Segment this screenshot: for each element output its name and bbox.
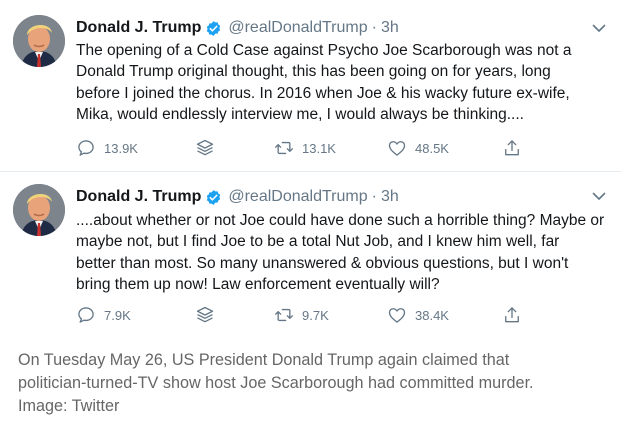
- verified-badge-icon: [207, 20, 221, 36]
- reply-button[interactable]: 13.9K: [76, 138, 138, 158]
- chevron-down-icon[interactable]: [591, 188, 607, 204]
- retweet-icon: [275, 308, 293, 322]
- layers-icon: [196, 306, 214, 323]
- share-button[interactable]: [502, 305, 530, 325]
- like-count: 38.4K: [415, 307, 449, 323]
- display-name[interactable]: Donald J. Trump: [76, 19, 201, 37]
- timestamp[interactable]: 3h: [381, 188, 399, 206]
- share-icon: [505, 307, 519, 323]
- like-button[interactable]: 38.4K: [387, 305, 449, 325]
- layers-icon: [196, 139, 214, 156]
- display-name[interactable]: Donald J. Trump: [76, 188, 201, 206]
- tweet-text-line: maybe not, but I find Joe to be a total …: [76, 233, 560, 251]
- retweet-count: 13.1K: [302, 140, 336, 156]
- tweet-actions: 7.9K 9.7K 38.4K: [76, 305, 536, 325]
- like-icon: [388, 308, 406, 323]
- tweet-1[interactable]: Donald J. Trump @realDonaldTrump · 3h Th…: [0, 0, 621, 172]
- tweet-header: Donald J. Trump @realDonaldTrump · 3h: [76, 17, 399, 39]
- share-button[interactable]: [502, 138, 530, 158]
- reply-icon: [78, 307, 94, 323]
- tweet-text-line: The opening of a Cold Case against Psych…: [76, 42, 572, 59]
- chevron-down-icon[interactable]: [591, 20, 607, 36]
- tweet-text-line: Donald Trump original thought, this has …: [76, 63, 551, 81]
- tweet-text-line: better than most. So many unanswered & o…: [76, 254, 569, 272]
- retweet-button[interactable]: 9.7K: [274, 305, 329, 325]
- separator-dot: ·: [371, 188, 377, 205]
- retweet-count: 9.7K: [302, 307, 329, 323]
- tweet-text: ....about whether or not Joe could have …: [76, 210, 616, 295]
- thread-button[interactable]: [195, 138, 223, 158]
- reply-icon: [78, 140, 94, 156]
- like-button[interactable]: 48.5K: [387, 138, 449, 158]
- tweet-text-line: bring them up now! Law enforcement event…: [76, 275, 440, 293]
- handle[interactable]: @realDonaldTrump: [228, 188, 367, 206]
- tweet-text: The opening of a Cold Case against Psych…: [76, 40, 616, 125]
- reply-button[interactable]: 7.9K: [76, 305, 131, 325]
- tweet-header: Donald J. Trump @realDonaldTrump · 3h: [76, 186, 399, 208]
- tweet-text-line: before I joined the chorus. In 2016 when…: [76, 84, 570, 102]
- caption-line: politician-turned-TV show host Joe Scarb…: [18, 374, 534, 392]
- avatar[interactable]: [13, 15, 65, 67]
- tweet-text-line: ....about whether or not Joe could have …: [76, 212, 605, 229]
- image-caption: On Tuesday May 26, US President Donald T…: [18, 349, 614, 418]
- thread-button[interactable]: [195, 305, 223, 325]
- reply-count: 7.9K: [104, 307, 131, 323]
- retweet-icon: [275, 141, 293, 155]
- like-count: 48.5K: [415, 140, 449, 156]
- separator-dot: ·: [371, 19, 377, 36]
- caption-credit: Image: Twitter: [18, 397, 120, 415]
- verified-badge-icon: [207, 189, 221, 205]
- tweet-2[interactable]: Donald J. Trump @realDonaldTrump · 3h ..…: [0, 172, 621, 340]
- timestamp[interactable]: 3h: [381, 19, 399, 37]
- like-icon: [388, 141, 406, 156]
- reply-count: 13.9K: [104, 140, 138, 156]
- caption-line: On Tuesday May 26, US President Donald T…: [18, 351, 510, 369]
- tweet-actions: 13.9K 13.1K 48.5K: [76, 138, 536, 158]
- handle[interactable]: @realDonaldTrump: [228, 19, 367, 37]
- retweet-button[interactable]: 13.1K: [274, 138, 336, 158]
- avatar[interactable]: [13, 184, 65, 236]
- tweet-text-line: Mika, would endlessly interview me, I wo…: [76, 105, 524, 123]
- share-icon: [505, 140, 519, 156]
